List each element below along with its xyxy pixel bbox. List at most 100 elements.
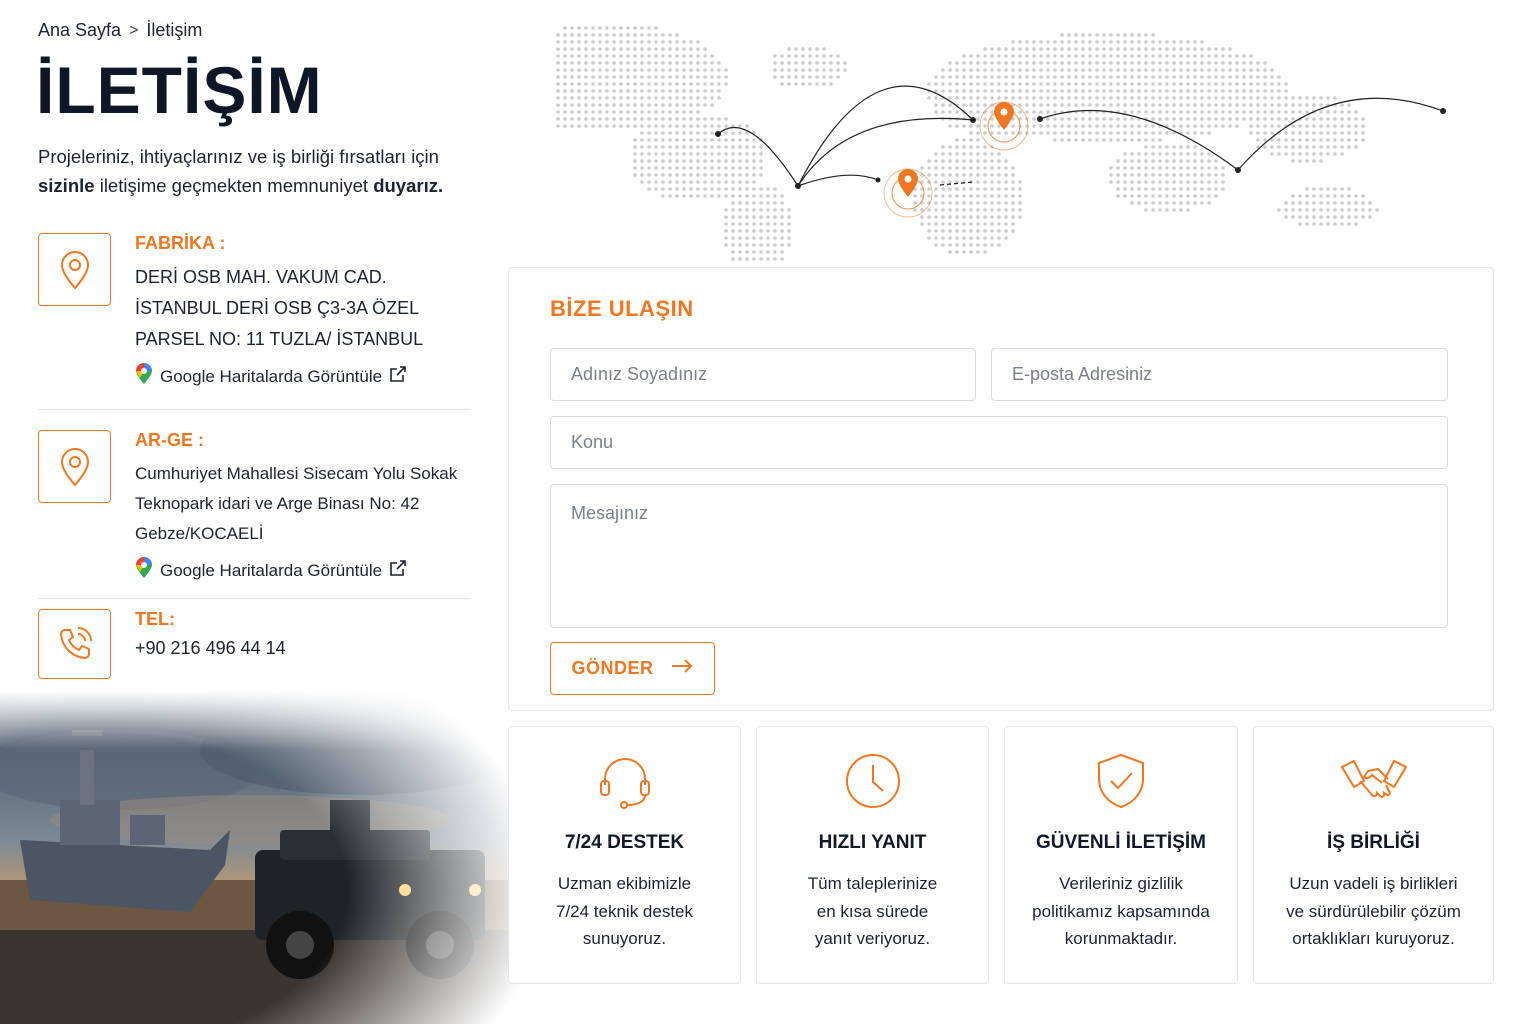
name-input[interactable] xyxy=(550,348,976,401)
map-dot xyxy=(934,75,938,79)
map-dot xyxy=(1200,173,1204,177)
map-dot xyxy=(626,68,630,72)
map-dot xyxy=(1158,110,1162,114)
map-dot xyxy=(1284,117,1288,121)
map-dot xyxy=(955,138,959,142)
map-dot xyxy=(1116,68,1120,72)
map-dot xyxy=(682,180,686,184)
map-dot xyxy=(745,159,749,163)
map-dot xyxy=(1277,152,1281,156)
map-dot xyxy=(703,124,707,128)
map-dot xyxy=(990,236,994,240)
map-dot xyxy=(1228,75,1232,79)
map-dot xyxy=(1319,103,1323,107)
map-dot xyxy=(633,103,637,107)
map-dot xyxy=(1193,103,1197,107)
map-dot xyxy=(843,68,847,72)
map-dot xyxy=(983,68,987,72)
map-dot xyxy=(1060,117,1064,121)
map-dot xyxy=(633,173,637,177)
map-dot xyxy=(1123,152,1127,156)
phone-number[interactable]: +90 216 496 44 14 xyxy=(135,638,286,659)
map-dot xyxy=(710,124,714,128)
map-dot xyxy=(983,117,987,121)
breadcrumb-home-link[interactable]: Ana Sayfa xyxy=(38,20,121,41)
map-dot xyxy=(1214,124,1218,128)
map-dot xyxy=(941,194,945,198)
map-dot xyxy=(1214,54,1218,58)
rnd-maps-link[interactable]: Google Haritalarda Görüntüle xyxy=(135,557,457,584)
map-dot xyxy=(633,75,637,79)
map-dot xyxy=(1263,124,1267,128)
map-dot xyxy=(1354,215,1358,219)
map-dot xyxy=(1263,68,1267,72)
map-dot xyxy=(1011,131,1015,135)
map-dot xyxy=(815,75,819,79)
map-dot xyxy=(962,250,966,254)
map-dot xyxy=(703,61,707,65)
map-dot xyxy=(689,131,693,135)
map-dot xyxy=(1018,75,1022,79)
submit-button[interactable]: GÖNDER xyxy=(550,642,715,695)
map-dot xyxy=(1263,75,1267,79)
map-dot xyxy=(1326,138,1330,142)
map-dot xyxy=(689,110,693,114)
map-dot xyxy=(703,166,707,170)
map-dot xyxy=(626,89,630,93)
map-dot xyxy=(1116,54,1120,58)
map-dot xyxy=(1340,103,1344,107)
map-dot xyxy=(1207,201,1211,205)
map-dot xyxy=(1109,82,1113,86)
map-dot xyxy=(983,236,987,240)
map-dot xyxy=(955,110,959,114)
map-dot xyxy=(1179,173,1183,177)
map-dot xyxy=(1214,82,1218,86)
map-dot xyxy=(738,131,742,135)
map-dot xyxy=(710,89,714,93)
map-dot xyxy=(1081,96,1085,100)
email-input[interactable] xyxy=(991,348,1448,401)
map-dot xyxy=(773,68,777,72)
map-dot xyxy=(1053,54,1057,58)
map-dot xyxy=(1102,54,1106,58)
factory-maps-link[interactable]: Google Haritalarda Görüntüle xyxy=(135,363,423,390)
map-dot xyxy=(934,82,938,86)
map-dot xyxy=(619,117,623,121)
map-dot xyxy=(1200,159,1204,163)
map-dot xyxy=(997,159,1001,163)
map-dot xyxy=(668,159,672,163)
map-dot xyxy=(1130,194,1134,198)
map-dot xyxy=(682,75,686,79)
map-dot xyxy=(577,89,581,93)
map-dot xyxy=(1137,96,1141,100)
map-dot xyxy=(654,166,658,170)
map-dot xyxy=(927,236,931,240)
map-dot xyxy=(1018,194,1022,198)
map-dot xyxy=(570,40,574,44)
map-dot xyxy=(689,75,693,79)
map-dot xyxy=(710,159,714,163)
map-dot xyxy=(633,159,637,163)
map-dot xyxy=(577,40,581,44)
map-dot xyxy=(1214,103,1218,107)
map-dot xyxy=(1158,131,1162,135)
subject-input[interactable] xyxy=(550,416,1448,469)
map-dot xyxy=(990,152,994,156)
map-dot xyxy=(1088,82,1092,86)
map-dot xyxy=(1256,110,1260,114)
map-dot xyxy=(584,26,588,30)
map-dot xyxy=(1011,124,1015,128)
map-dot xyxy=(941,166,945,170)
map-dot xyxy=(1060,61,1064,65)
map-dot xyxy=(983,152,987,156)
map-dot xyxy=(1144,103,1148,107)
map-dot xyxy=(1011,180,1015,184)
map-dot xyxy=(1102,89,1106,93)
map-dot xyxy=(1172,96,1176,100)
map-dot xyxy=(1137,138,1141,142)
contact-rnd: AR-GE : Cumhuriyet Mahallesi Sisecam Yol… xyxy=(38,430,471,599)
map-dot xyxy=(1165,201,1169,205)
message-textarea[interactable] xyxy=(550,484,1448,628)
map-dot xyxy=(1200,40,1204,44)
map-dot xyxy=(1312,124,1316,128)
